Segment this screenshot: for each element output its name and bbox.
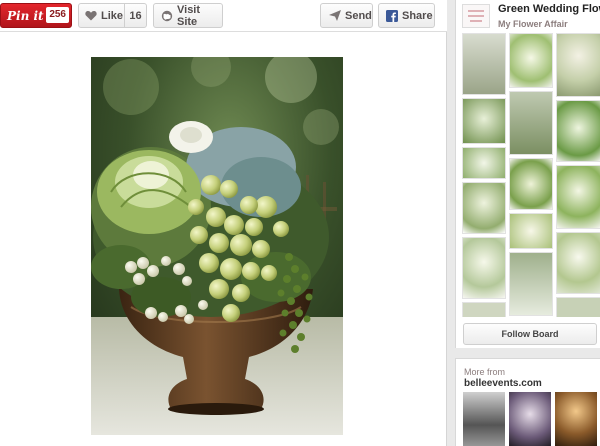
source-pin-thumbnail[interactable] bbox=[509, 392, 551, 446]
board-pin-thumbnail[interactable] bbox=[462, 182, 506, 234]
source-pin-thumbnail[interactable] bbox=[555, 392, 597, 446]
pin-it-button[interactable]: Pin it 256 bbox=[0, 3, 72, 28]
board-owner[interactable]: My Flower Affair bbox=[498, 19, 568, 29]
share-button[interactable]: Share bbox=[378, 3, 435, 28]
heart-icon bbox=[85, 10, 97, 21]
pin-page: Pin it 256 Like 16 Visit Site Send Share… bbox=[0, 0, 600, 446]
board-pin-thumbnail[interactable] bbox=[556, 232, 600, 294]
more-from-label: More from bbox=[464, 367, 506, 377]
pin-it-label: Pin it bbox=[7, 8, 44, 23]
follow-board-button[interactable]: Follow Board bbox=[463, 323, 597, 345]
source-domain-link[interactable]: belleevents.com bbox=[464, 378, 542, 389]
board-cover-thumbnail[interactable] bbox=[462, 4, 490, 28]
visit-site-button[interactable]: Visit Site bbox=[153, 3, 223, 28]
board-sidebar: Green Wedding Flow… My Flower Affair Fol bbox=[455, 0, 600, 348]
pin-count: 256 bbox=[46, 7, 69, 23]
board-header[interactable]: Green Wedding Flow… My Flower Affair bbox=[462, 2, 600, 32]
pin-toolbar: Pin it 256 Like 16 Visit Site Send Share bbox=[0, 0, 447, 32]
facebook-icon bbox=[386, 9, 398, 22]
send-label: Send bbox=[345, 9, 372, 22]
pin-closeup: Pin it 256 Like 16 Visit Site Send Share bbox=[0, 0, 447, 446]
source-pin-thumbnail[interactable] bbox=[463, 392, 505, 446]
board-pin-thumbnail[interactable] bbox=[556, 100, 600, 162]
board-pin-thumbnail[interactable] bbox=[462, 33, 506, 95]
board-pin-thumbnail[interactable] bbox=[556, 165, 600, 229]
send-button[interactable]: Send bbox=[320, 3, 373, 28]
board-pin-thumbnail[interactable] bbox=[509, 158, 553, 210]
more-from-source: More from belleevents.com bbox=[455, 358, 600, 446]
board-pin-thumbnail[interactable] bbox=[556, 33, 600, 97]
board-pin-thumbnail[interactable] bbox=[509, 91, 553, 155]
like-count: 16 bbox=[124, 4, 146, 27]
send-arrow-icon bbox=[329, 10, 341, 21]
board-thumbnail-grid bbox=[462, 33, 600, 317]
like-label: Like bbox=[101, 9, 124, 22]
globe-icon bbox=[161, 10, 173, 22]
share-label: Share bbox=[402, 9, 433, 22]
board-title[interactable]: Green Wedding Flow… bbox=[498, 3, 600, 15]
board-pin-thumbnail[interactable] bbox=[462, 98, 506, 144]
board-pin-thumbnail[interactable] bbox=[509, 252, 553, 316]
board-pin-thumbnail[interactable] bbox=[509, 213, 553, 249]
board-pin-thumbnail[interactable] bbox=[509, 33, 553, 88]
board-pin-thumbnail[interactable] bbox=[462, 147, 506, 179]
source-thumbnail-row bbox=[463, 392, 600, 446]
like-button[interactable]: Like 16 bbox=[78, 3, 147, 28]
board-pin-thumbnail[interactable] bbox=[462, 302, 506, 317]
board-pin-thumbnail[interactable] bbox=[462, 237, 506, 299]
pin-image[interactable] bbox=[91, 57, 343, 435]
board-pin-thumbnail[interactable] bbox=[556, 297, 600, 317]
centerpiece-photo bbox=[91, 57, 343, 435]
visit-site-label: Visit Site bbox=[177, 3, 201, 28]
